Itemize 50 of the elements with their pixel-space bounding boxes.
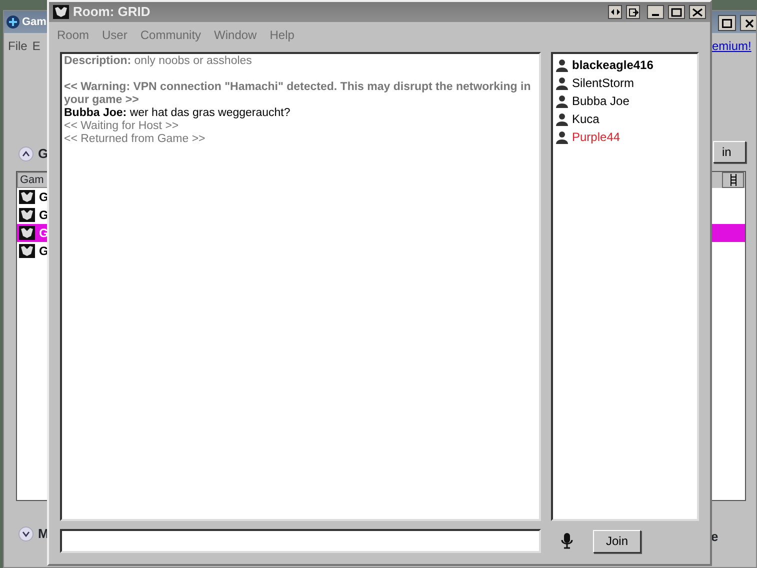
status-message: << Returned from Game >> <box>64 133 206 146</box>
microphone-icon[interactable] <box>561 533 573 549</box>
exit-icon <box>628 8 638 16</box>
user-name[interactable]: SilentStorm <box>572 74 634 92</box>
maximize-button[interactable] <box>668 5 685 19</box>
expand-icon[interactable] <box>18 526 34 542</box>
game-icon <box>19 244 35 258</box>
user-name[interactable]: Kuca <box>572 110 600 128</box>
window-title: Gam <box>22 14 46 30</box>
close-button[interactable] <box>689 5 706 19</box>
app-logo-icon <box>6 15 20 29</box>
user-name[interactable]: blackeagle416 <box>572 56 654 74</box>
column-header[interactable] <box>722 172 744 188</box>
column-header[interactable]: Gam <box>17 172 49 188</box>
user-name[interactable]: Purple44 <box>572 128 620 146</box>
user-icon <box>556 58 568 72</box>
minimize-icon <box>652 14 659 16</box>
status-message: << Waiting for Host >> <box>64 120 180 133</box>
join-button[interactable]: in <box>713 141 746 163</box>
user-icon <box>556 94 568 108</box>
arrows-icon <box>610 8 620 16</box>
ladder-icon <box>730 174 736 186</box>
menu-item[interactable]: E <box>32 37 40 55</box>
game-icon <box>19 208 35 222</box>
game-icon <box>19 190 35 204</box>
window-title: Room: GRID <box>73 3 150 22</box>
user-icon <box>556 112 568 126</box>
maximize-icon <box>722 18 732 28</box>
close-icon <box>744 18 754 28</box>
close-icon <box>692 8 703 16</box>
user-name[interactable]: Bubba Joe <box>572 92 630 110</box>
user-icon <box>556 76 568 90</box>
collapse-icon[interactable] <box>18 146 34 162</box>
pin-button[interactable] <box>608 5 622 19</box>
section-title: G <box>38 145 48 163</box>
app-logo-icon <box>53 5 69 19</box>
game-icon <box>19 226 35 240</box>
user-icon <box>556 130 568 144</box>
chat-message: Bubba Joe: wer hat das gras weggeraucht? <box>64 107 292 120</box>
menu-item[interactable]: File <box>8 37 28 55</box>
maximize-icon <box>671 8 682 16</box>
join-button[interactable]: Join <box>593 530 641 552</box>
minimize-button[interactable] <box>647 5 664 19</box>
warning-message: << Warning: VPN connection "Hamachi" detected. This may disrupt the networking in your game >> <box>64 81 532 107</box>
chat-input-field[interactable] <box>60 529 541 553</box>
premium-link[interactable]: emium! <box>712 37 752 55</box>
maximize-button[interactable] <box>718 15 736 31</box>
close-button[interactable] <box>740 15 756 31</box>
chat-line: Description: only noobs or assholes <box>64 55 253 68</box>
detach-button[interactable] <box>626 5 640 19</box>
